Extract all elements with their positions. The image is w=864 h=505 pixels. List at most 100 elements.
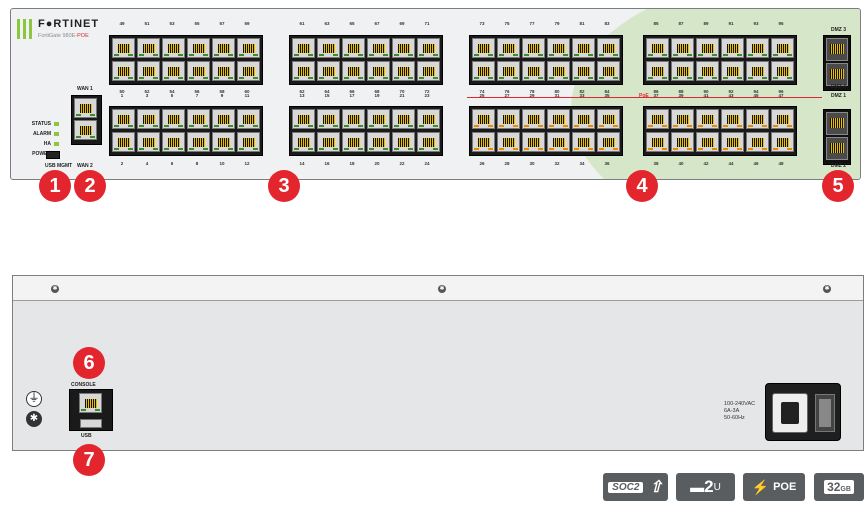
ethernet-port-89[interactable] (696, 38, 719, 58)
usb-port[interactable] (80, 419, 102, 428)
ethernet-port-79[interactable] (547, 38, 570, 58)
ethernet-port-84[interactable] (597, 61, 620, 81)
ethernet-port-9[interactable] (212, 109, 235, 129)
ethernet-port-40[interactable] (671, 132, 694, 152)
ethernet-port-26[interactable] (472, 132, 495, 152)
ethernet-port-93[interactable] (746, 38, 769, 58)
ethernet-port-50[interactable] (112, 61, 135, 81)
ethernet-port-35[interactable] (597, 109, 620, 129)
ethernet-port-23[interactable] (417, 109, 440, 129)
ethernet-port-18[interactable] (342, 132, 365, 152)
ethernet-port-27[interactable] (497, 109, 520, 129)
ethernet-port-64[interactable] (317, 61, 340, 81)
ethernet-port-22[interactable] (392, 132, 415, 152)
ethernet-port-94[interactable] (746, 61, 769, 81)
ethernet-port-96[interactable] (771, 61, 794, 81)
ethernet-port-73[interactable] (472, 38, 495, 58)
ethernet-port-82[interactable] (572, 61, 595, 81)
ethernet-port-77[interactable] (522, 38, 545, 58)
ethernet-port-87[interactable] (671, 38, 694, 58)
ethernet-port-5[interactable] (162, 109, 185, 129)
ethernet-port-31[interactable] (547, 109, 570, 129)
ethernet-port-20[interactable] (367, 132, 390, 152)
ethernet-port-28[interactable] (497, 132, 520, 152)
ethernet-port-63[interactable] (317, 38, 340, 58)
ethernet-port-55[interactable] (187, 38, 210, 58)
sfp-port-dmz2[interactable] (826, 137, 848, 160)
ethernet-port-17[interactable] (342, 109, 365, 129)
ethernet-port-43[interactable] (721, 109, 744, 129)
ethernet-port-4[interactable] (137, 132, 160, 152)
ethernet-port-61[interactable] (292, 38, 315, 58)
ethernet-port-37[interactable] (646, 109, 669, 129)
ethernet-port-70[interactable] (392, 61, 415, 81)
ethernet-port-76[interactable] (497, 61, 520, 81)
ethernet-port-83[interactable] (597, 38, 620, 58)
wan2-port[interactable] (74, 120, 97, 140)
ethernet-port-38[interactable] (646, 132, 669, 152)
ethernet-port-56[interactable] (187, 61, 210, 81)
ethernet-port-45[interactable] (746, 109, 769, 129)
ethernet-port-54[interactable] (162, 61, 185, 81)
ethernet-port-88[interactable] (671, 61, 694, 81)
ethernet-port-65[interactable] (342, 38, 365, 58)
sfp-port-dmz1[interactable] (826, 112, 848, 135)
ethernet-port-71[interactable] (417, 38, 440, 58)
ethernet-port-47[interactable] (771, 109, 794, 129)
ethernet-port-21[interactable] (392, 109, 415, 129)
ethernet-port-90[interactable] (696, 61, 719, 81)
ethernet-port-60[interactable] (237, 61, 260, 81)
ethernet-port-7[interactable] (187, 109, 210, 129)
ethernet-port-8[interactable] (187, 132, 210, 152)
ethernet-port-6[interactable] (162, 132, 185, 152)
ethernet-port-10[interactable] (212, 132, 235, 152)
ethernet-port-59[interactable] (237, 38, 260, 58)
ethernet-port-11[interactable] (237, 109, 260, 129)
ethernet-port-86[interactable] (646, 61, 669, 81)
ethernet-port-52[interactable] (137, 61, 160, 81)
ethernet-port-80[interactable] (547, 61, 570, 81)
ethernet-port-91[interactable] (721, 38, 744, 58)
ethernet-port-39[interactable] (671, 109, 694, 129)
ethernet-port-68[interactable] (367, 61, 390, 81)
ethernet-port-51[interactable] (137, 38, 160, 58)
ethernet-port-57[interactable] (212, 38, 235, 58)
ethernet-port-3[interactable] (137, 109, 160, 129)
ethernet-port-36[interactable] (597, 132, 620, 152)
ethernet-port-14[interactable] (292, 132, 315, 152)
power-switch[interactable] (815, 394, 835, 432)
ethernet-port-33[interactable] (572, 109, 595, 129)
ethernet-port-12[interactable] (237, 132, 260, 152)
ethernet-port-69[interactable] (392, 38, 415, 58)
sfp-port-dmz4[interactable] (826, 63, 848, 86)
ethernet-port-74[interactable] (472, 61, 495, 81)
ethernet-port-49[interactable] (112, 38, 135, 58)
ethernet-port-53[interactable] (162, 38, 185, 58)
ethernet-port-95[interactable] (771, 38, 794, 58)
ethernet-port-78[interactable] (522, 61, 545, 81)
ethernet-port-67[interactable] (367, 38, 390, 58)
ethernet-port-58[interactable] (212, 61, 235, 81)
ethernet-port-72[interactable] (417, 61, 440, 81)
ethernet-port-66[interactable] (342, 61, 365, 81)
ethernet-port-32[interactable] (547, 132, 570, 152)
console-port[interactable] (79, 393, 102, 413)
ethernet-port-19[interactable] (367, 109, 390, 129)
ethernet-port-85[interactable] (646, 38, 669, 58)
ethernet-port-75[interactable] (497, 38, 520, 58)
ethernet-port-13[interactable] (292, 109, 315, 129)
ethernet-port-1[interactable] (112, 109, 135, 129)
ethernet-port-2[interactable] (112, 132, 135, 152)
ethernet-port-41[interactable] (696, 109, 719, 129)
ethernet-port-92[interactable] (721, 61, 744, 81)
ethernet-port-16[interactable] (317, 132, 340, 152)
ethernet-port-25[interactable] (472, 109, 495, 129)
ethernet-port-30[interactable] (522, 132, 545, 152)
power-inlet[interactable] (772, 393, 808, 433)
ethernet-port-46[interactable] (746, 132, 769, 152)
ethernet-port-62[interactable] (292, 61, 315, 81)
ethernet-port-24[interactable] (417, 132, 440, 152)
ethernet-port-15[interactable] (317, 109, 340, 129)
ethernet-port-81[interactable] (572, 38, 595, 58)
ethernet-port-29[interactable] (522, 109, 545, 129)
